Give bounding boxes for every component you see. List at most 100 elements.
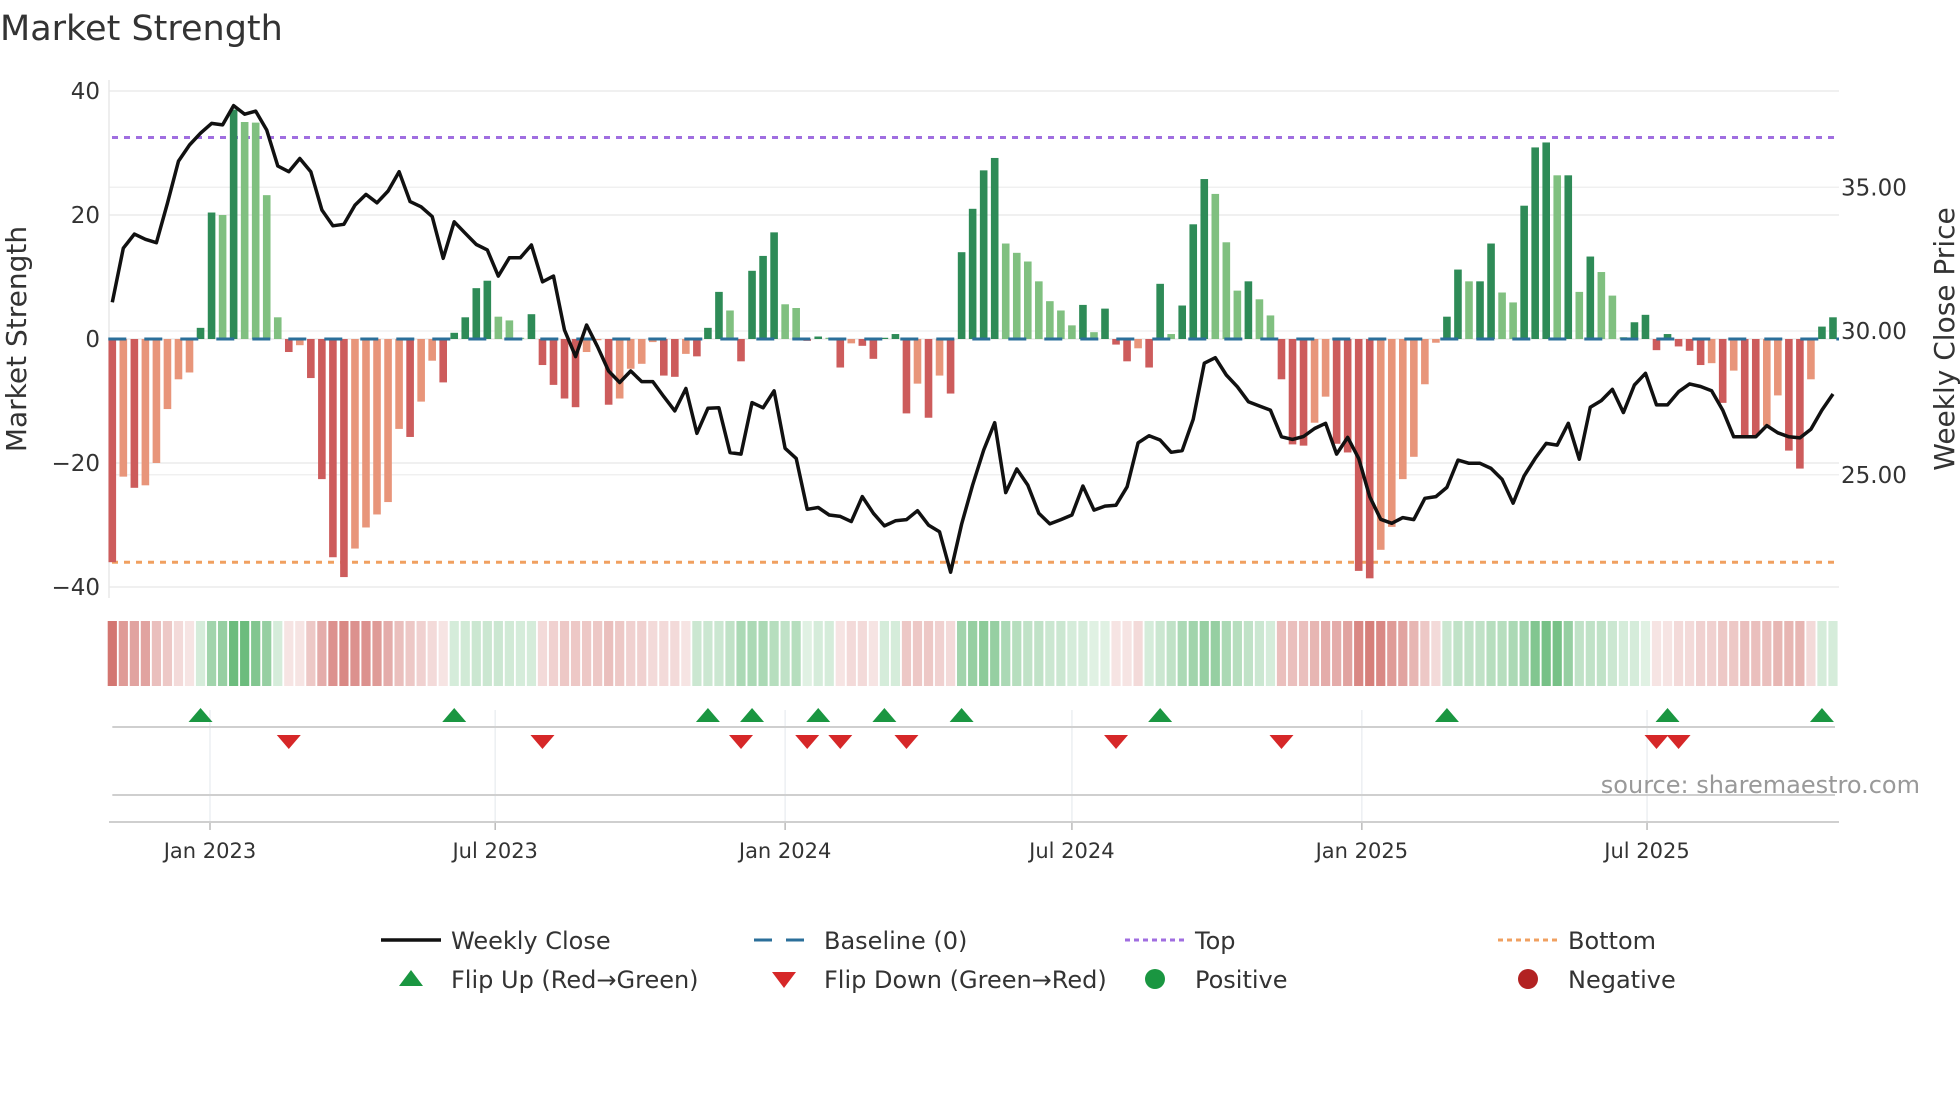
strip-cell <box>306 621 316 686</box>
x-tick-label: Jan 2023 <box>162 839 257 863</box>
strip-cell <box>1287 621 1298 686</box>
strip-cell <box>1729 621 1739 686</box>
strip-cell <box>1166 621 1176 686</box>
strength-bar <box>1387 339 1396 527</box>
strength-bar <box>781 304 789 339</box>
strip-cell <box>890 621 901 686</box>
y-tick-label: −40 <box>51 575 100 601</box>
strip-cell <box>901 621 912 686</box>
strip-cell <box>604 621 614 686</box>
strength-bar <box>428 339 436 361</box>
strength-bar <box>207 212 216 339</box>
x-tick-label: Jul 2023 <box>450 839 537 863</box>
strength-bar <box>770 232 778 339</box>
strength-bar <box>1233 290 1242 339</box>
strength-bar <box>229 109 238 339</box>
strength-bar <box>318 339 326 480</box>
strip-cell <box>405 621 415 686</box>
y-tick-label: 0 <box>85 327 100 353</box>
strength-bar <box>417 339 425 402</box>
legend-label: Bottom <box>1568 927 1656 955</box>
strip-cell <box>493 621 503 686</box>
strength-bar <box>1454 269 1462 339</box>
strip-cell <box>1475 621 1485 686</box>
strength-bar <box>715 291 723 339</box>
strip-cell <box>681 621 691 686</box>
strength-bar <box>262 195 271 339</box>
strength-bar <box>1597 272 1606 339</box>
strip-cell <box>229 621 239 686</box>
strip-cell <box>1552 621 1562 686</box>
strength-bar <box>671 339 679 377</box>
strength-bar <box>726 310 734 339</box>
strip-cell <box>1276 621 1287 686</box>
strength-bar <box>924 339 933 418</box>
strip-cell <box>140 621 150 686</box>
strength-bar <box>472 288 481 339</box>
strength-bar <box>549 339 558 385</box>
strength-bar <box>1487 243 1495 339</box>
positive-dot-icon <box>1145 969 1165 989</box>
strength-bar <box>1222 242 1231 339</box>
strip-cell <box>990 621 1000 686</box>
strength-bar <box>483 280 492 339</box>
flip-up-marker <box>949 708 974 722</box>
strength-bar <box>251 122 260 340</box>
y-tick-label: 40 <box>71 79 100 105</box>
strip-cell <box>1508 621 1518 686</box>
strength-bar <box>1674 339 1683 347</box>
strip-cell <box>273 621 283 686</box>
strength-bar <box>1266 315 1275 339</box>
strip-cell <box>1662 621 1673 686</box>
right-y-axis-label: Weekly Close Price <box>1928 207 1960 470</box>
flip-up-marker <box>442 708 467 722</box>
strip-cell <box>184 621 195 686</box>
strip-cell <box>383 621 393 686</box>
strip-cell <box>504 621 514 686</box>
strip-cell <box>879 621 889 686</box>
flip-up-marker <box>1434 708 1459 722</box>
strip-cell <box>868 621 878 686</box>
flip-down-marker <box>1666 735 1691 749</box>
strength-bar <box>527 314 536 339</box>
strength-bar <box>351 339 359 549</box>
strength-bar <box>1321 339 1330 397</box>
strip-cell <box>780 621 790 686</box>
flip-down-marker <box>530 735 555 749</box>
strip-cell <box>1751 621 1761 686</box>
strip-cell <box>791 621 801 686</box>
strip-cell <box>758 621 768 686</box>
strip-cell <box>1122 621 1132 686</box>
strip-cell <box>438 621 448 686</box>
legend-label: Top <box>1194 927 1236 955</box>
strip-cell <box>537 621 548 686</box>
flip-markers-panel <box>112 708 1835 822</box>
flip-up-marker <box>740 708 765 722</box>
strip-cell <box>1673 621 1684 686</box>
strength-bar <box>307 339 315 379</box>
strength-bar <box>1101 308 1109 339</box>
strength-bar <box>1807 339 1815 380</box>
strength-bar <box>1023 261 1032 339</box>
strength-bar <box>1531 147 1539 339</box>
strip-cell <box>1806 621 1816 686</box>
flip-down-marker <box>795 735 820 749</box>
strength-bar <box>1542 142 1550 339</box>
strip-cell <box>1078 621 1088 686</box>
reference-lines <box>112 136 1839 564</box>
strip-cell <box>1585 621 1595 686</box>
strip-cell <box>107 621 117 686</box>
left-y-axis-label: Market Strength <box>0 226 33 452</box>
strip-cell <box>1155 621 1165 686</box>
strip-cell <box>1100 621 1110 686</box>
strength-bar <box>1079 304 1087 339</box>
flip-down-marker <box>1104 735 1129 749</box>
legend-label: Baseline (0) <box>824 927 967 955</box>
strip-cell <box>1210 621 1220 686</box>
strength-bar <box>1652 339 1661 351</box>
strength-bar <box>792 308 800 339</box>
strip-cell <box>1089 621 1099 686</box>
strength-bar <box>163 339 172 410</box>
strip-cell <box>1133 621 1143 686</box>
flip-down-marker <box>894 735 919 749</box>
